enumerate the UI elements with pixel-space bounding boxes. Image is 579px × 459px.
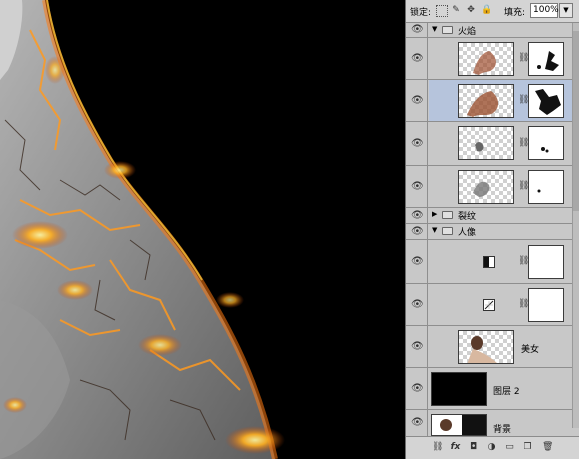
visibility-toggle[interactable]: 👁 (406, 224, 428, 239)
visibility-toggle[interactable]: 👁 (406, 23, 428, 37)
folder-icon (442, 26, 453, 34)
layer-thumbnail (458, 330, 514, 364)
adjustment-layer-icon[interactable]: ◑ (486, 442, 497, 453)
padlock-icon[interactable]: 🔒 (481, 5, 492, 15)
folder-icon (442, 227, 453, 235)
layer-adjustment-levels[interactable]: 👁 ⛓ (406, 240, 573, 284)
eye-icon: 👁 (411, 298, 424, 310)
layers-panel: 锁定: ✎ ✥ 🔒 填充: 100% ▼ 👁 ▼ 火焰 👁 ⛓ 👁 ⛓ 👁 ⛓ … (405, 0, 579, 459)
layer-thumbnail (458, 84, 514, 118)
lock-label: 锁定: (410, 8, 432, 18)
visibility-toggle[interactable]: 👁 (406, 326, 428, 367)
brush-icon[interactable]: ✎ (451, 5, 461, 15)
layer-mask-thumbnail[interactable] (528, 84, 564, 118)
eye-icon: 👁 (411, 94, 424, 106)
eye-icon: 👁 (411, 209, 424, 221)
layer-thumbnail (458, 170, 514, 204)
levels-icon (483, 256, 495, 268)
layer-thumbnail (458, 42, 514, 76)
layer-name: 美女 (521, 345, 540, 355)
visibility-toggle[interactable]: 👁 (406, 208, 428, 223)
new-layer-icon[interactable]: ❐ (522, 442, 533, 453)
layer-mask-thumbnail[interactable] (528, 245, 564, 279)
layer-2[interactable]: 👁 图层 2 (406, 368, 573, 410)
layer-thumbnail (458, 126, 514, 160)
group-name: 人像 (458, 228, 477, 238)
layer-adjustment-curves[interactable]: 👁 ⛓ (406, 284, 573, 326)
layer-group-portrait[interactable]: 👁 ▼ 人像 (406, 224, 573, 240)
visibility-toggle[interactable]: 👁 (406, 122, 428, 165)
layer-fire-1[interactable]: 👁 ⛓ (406, 38, 573, 80)
link-layers-icon[interactable]: ⛓ (432, 442, 443, 453)
fill-dropdown-button[interactable]: ▼ (559, 3, 573, 18)
layer-background[interactable]: 👁 背景 (406, 410, 573, 436)
visibility-toggle[interactable]: 👁 (406, 368, 428, 409)
group-name: 火焰 (458, 27, 477, 37)
eye-icon: 👁 (411, 340, 424, 352)
new-group-icon[interactable]: ▭ (504, 442, 515, 453)
visibility-toggle[interactable]: 👁 (406, 166, 428, 207)
layer-beauty[interactable]: 👁 美女 (406, 326, 573, 368)
layer-name: 背景 (493, 425, 512, 435)
layers-bottom-bar: ⛓ fx ◘ ◑ ▭ ❐ 🗑 (406, 436, 579, 459)
folder-icon (442, 211, 453, 219)
delete-icon[interactable]: 🗑 (542, 442, 553, 453)
visibility-toggle[interactable]: 👁 (406, 410, 428, 436)
layers-scrollbar[interactable] (572, 23, 579, 428)
eye-icon: 👁 (411, 52, 424, 64)
layer-mask-thumbnail[interactable] (528, 42, 564, 76)
layer-group-fire[interactable]: 👁 ▼ 火焰 (406, 23, 573, 38)
collapse-triangle-icon[interactable]: ▶ (432, 210, 437, 218)
eye-icon: 👁 (411, 225, 424, 237)
layer-mask-thumbnail[interactable] (528, 170, 564, 204)
document-canvas[interactable] (0, 0, 405, 459)
expand-triangle-icon[interactable]: ▼ (432, 25, 437, 33)
layer-fire-4[interactable]: 👁 ⛓ (406, 166, 573, 208)
layer-thumbnail (431, 372, 487, 406)
fx-icon[interactable]: fx (450, 442, 461, 453)
eye-icon: 👁 (411, 417, 424, 428)
eye-icon: 👁 (411, 137, 424, 149)
artwork-image (0, 0, 405, 459)
eye-icon: 👁 (411, 180, 424, 192)
layer-mask-thumbnail[interactable] (528, 126, 564, 160)
group-name: 裂纹 (458, 212, 477, 222)
visibility-toggle[interactable]: 👁 (406, 80, 428, 121)
layer-thumbnail (431, 414, 487, 436)
visibility-toggle[interactable]: 👁 (406, 284, 428, 325)
visibility-toggle[interactable]: 👁 (406, 240, 428, 283)
eye-icon: 👁 (411, 382, 424, 394)
eye-icon: 👁 (411, 24, 424, 35)
layer-mask-thumbnail[interactable] (528, 288, 564, 322)
eye-icon: 👁 (411, 255, 424, 267)
layer-fire-2[interactable]: 👁 ⛓ (406, 80, 573, 122)
move-icon[interactable]: ✥ (466, 5, 476, 15)
visibility-toggle[interactable]: 👁 (406, 38, 428, 79)
layers-toolbar: 锁定: ✎ ✥ 🔒 填充: 100% ▼ (406, 0, 579, 23)
fill-input[interactable]: 100% (530, 3, 559, 18)
layer-group-cracks[interactable]: 👁 ▶ 裂纹 (406, 208, 573, 224)
fill-label: 填充: (504, 8, 526, 18)
scrollbar-thumb[interactable] (573, 31, 579, 211)
add-mask-icon[interactable]: ◘ (468, 442, 479, 453)
layer-fire-3[interactable]: 👁 ⛓ (406, 122, 573, 166)
layer-name: 图层 2 (493, 387, 520, 397)
curves-icon (483, 299, 495, 311)
lock-transparent-icon[interactable] (436, 5, 448, 17)
expand-triangle-icon[interactable]: ▼ (432, 226, 437, 234)
